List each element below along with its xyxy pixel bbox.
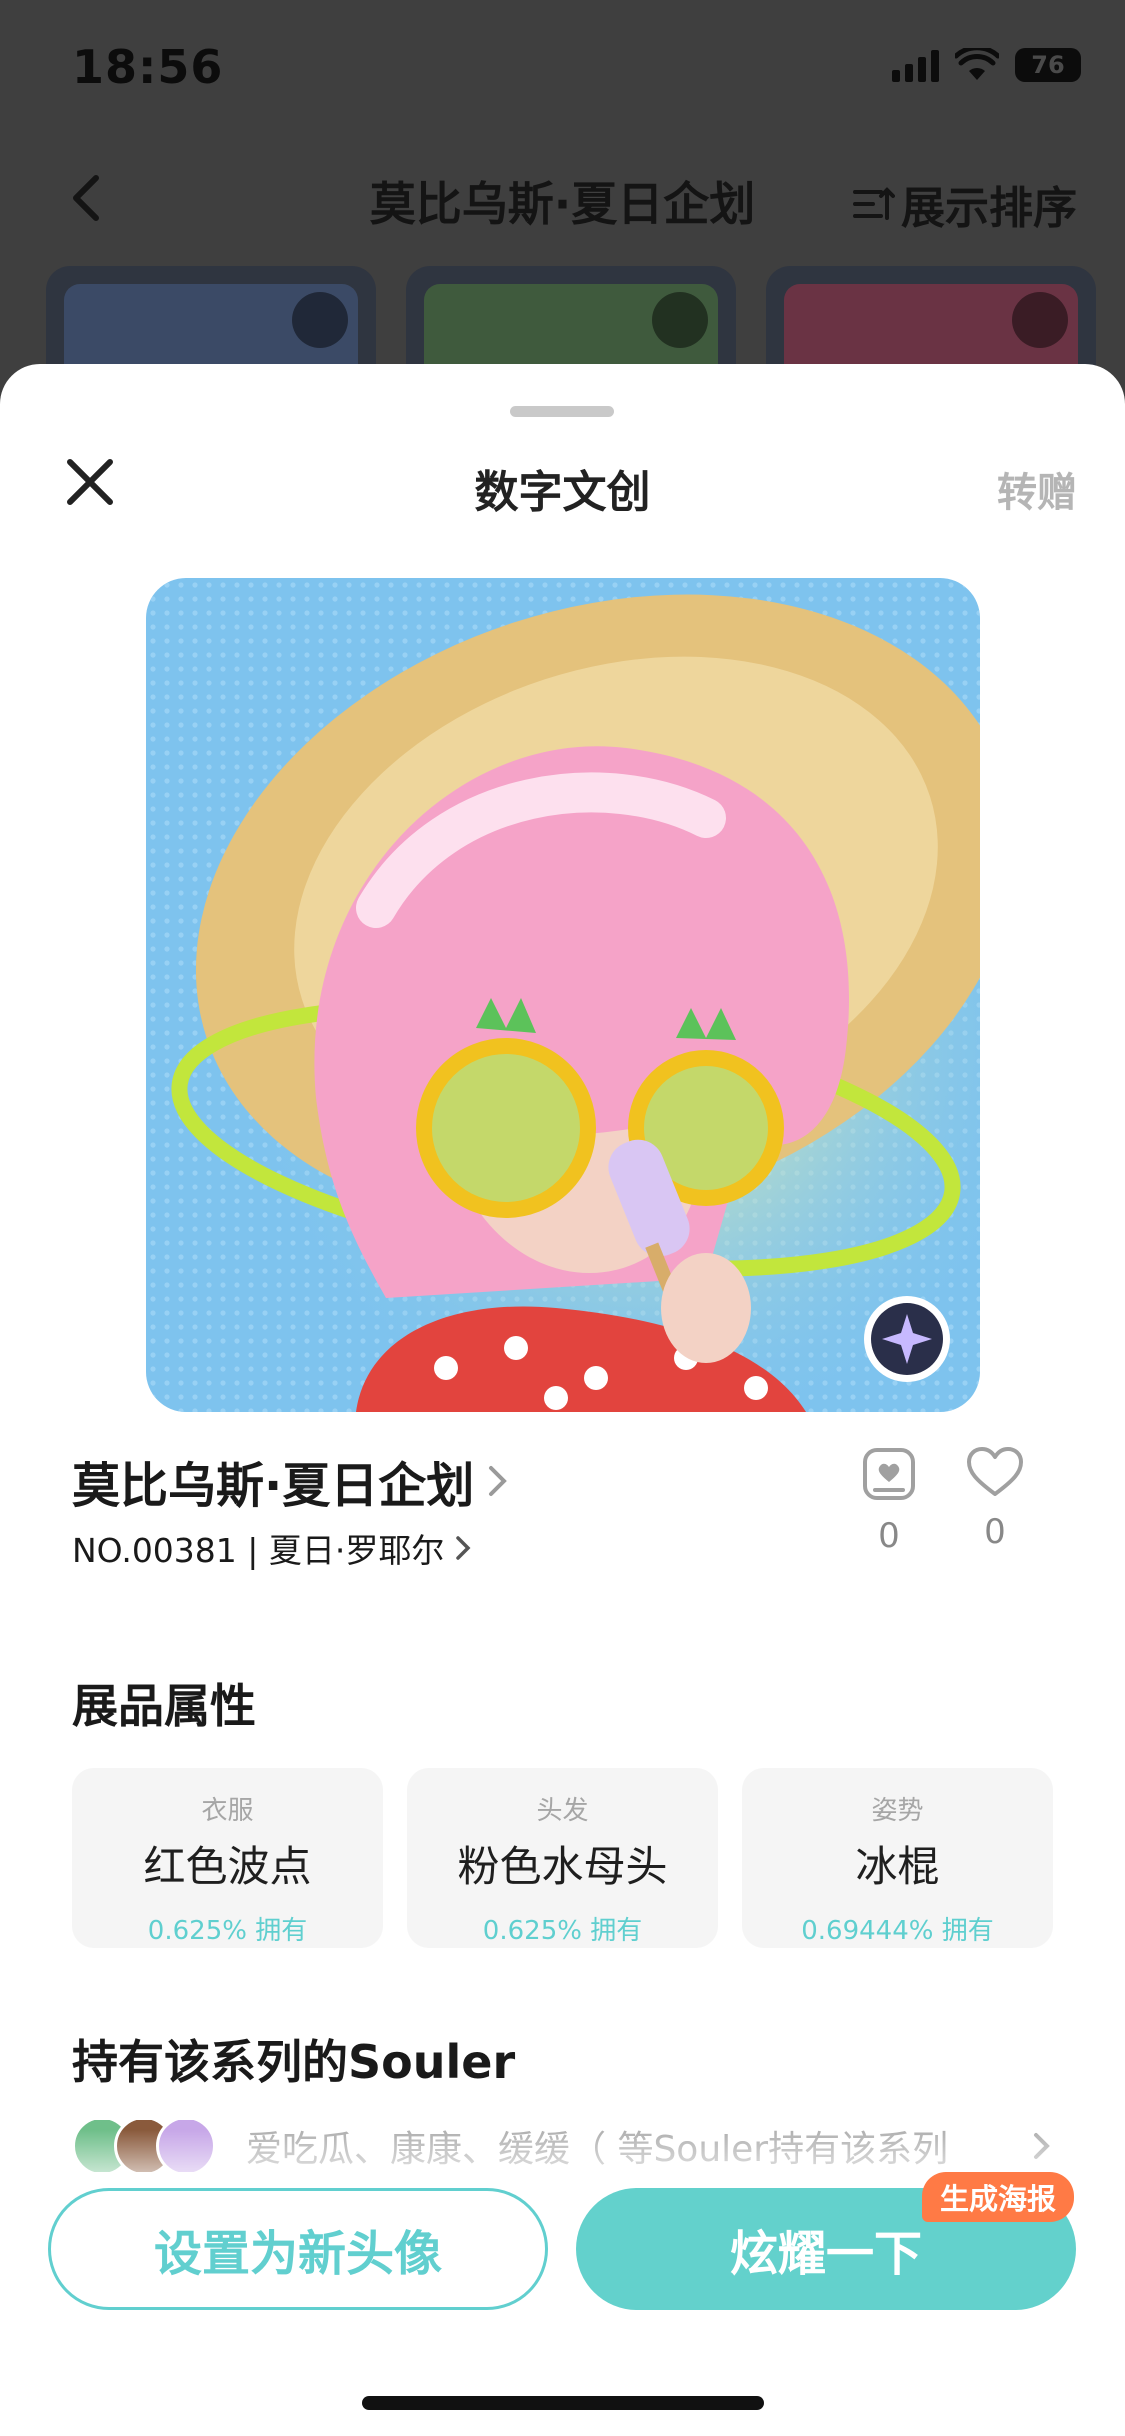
- home-indicator: [362, 2396, 764, 2410]
- owners-section-title: 持有该系列的Souler: [72, 2035, 516, 2089]
- attribute-list: 衣服 红色波点 0.625% 拥有 头发 粉色水母头 0.625% 拥有 姿势 …: [72, 1768, 1053, 1948]
- sheet-grabber[interactable]: [510, 406, 614, 417]
- sort-button: 展示排序: [851, 172, 1077, 236]
- collect-count: 0: [878, 1516, 900, 1556]
- background-page: 18:56 76 莫比乌斯·夏日企划 展示排序: [0, 0, 1125, 436]
- attributes-section-title: 展品属性: [72, 1679, 256, 1733]
- collection-title: 莫比乌斯·夏日企划: [72, 1458, 475, 1514]
- hidden-eye-icon: [1012, 292, 1068, 348]
- artwork-illustration: [146, 578, 980, 1412]
- collect-stat[interactable]: 0: [834, 1446, 944, 1556]
- sort-icon: [853, 187, 895, 220]
- item-number-link[interactable]: NO.00381 | 夏日·罗耶尔: [72, 1524, 472, 1572]
- heart-icon: [967, 1447, 1023, 1496]
- attribute-card[interactable]: 姿势 冰棍 0.69444% 拥有: [742, 1768, 1053, 1948]
- status-time: 18:56: [72, 40, 224, 94]
- attribute-value: 红色波点: [143, 1842, 312, 1891]
- hidden-eye-icon: [652, 292, 708, 348]
- attribute-category: 衣服: [201, 1796, 254, 1826]
- attribute-value: 冰棍: [855, 1842, 940, 1891]
- sheet-title: 数字文创: [474, 467, 651, 518]
- attribute-category: 头发: [536, 1796, 589, 1826]
- background-nav-bar: 莫比乌斯·夏日企划 展示排序: [0, 150, 1125, 250]
- item-number: NO.00381 | 夏日·罗耶尔: [72, 1531, 445, 1570]
- collection-title-link[interactable]: 莫比乌斯·夏日企划: [72, 1446, 510, 1516]
- sort-label: 展示排序: [901, 183, 1077, 234]
- sparkle-badge-icon[interactable]: [862, 1294, 952, 1384]
- status-bar: 18:56 76: [0, 0, 1125, 140]
- collect-icon: [863, 1448, 915, 1500]
- chevron-right-icon: [489, 1466, 508, 1496]
- cellular-signal-icon: [892, 48, 939, 82]
- gift-button[interactable]: 转赠: [997, 460, 1077, 518]
- attribute-card[interactable]: 衣服 红色波点 0.625% 拥有: [72, 1768, 383, 1948]
- generate-poster-badge[interactable]: 生成海报: [922, 2172, 1075, 2222]
- like-count: 0: [984, 1512, 1006, 1552]
- wifi-icon: [955, 48, 999, 80]
- nft-artwork[interactable]: [146, 578, 980, 1412]
- attribute-value: 粉色水母头: [457, 1842, 668, 1891]
- battery-icon: 76: [1015, 48, 1081, 82]
- attribute-rarity: 0.625% 拥有: [147, 1916, 308, 1946]
- attribute-rarity: 0.69444% 拥有: [801, 1916, 994, 1946]
- attribute-category: 姿势: [871, 1796, 924, 1826]
- like-stat[interactable]: 0: [940, 1446, 1050, 1552]
- attribute-card[interactable]: 头发 粉色水母头 0.625% 拥有: [407, 1768, 718, 1948]
- status-icons: 76: [892, 48, 1081, 82]
- hidden-eye-icon: [292, 292, 348, 348]
- attribute-rarity: 0.625% 拥有: [482, 1916, 643, 1946]
- detail-sheet: 数字文创 转赠 莫比乌斯·夏日企划 NO.00381 | 夏日·罗耶尔 0 0 …: [0, 364, 1125, 2436]
- set-avatar-button[interactable]: 设置为新头像: [48, 2188, 548, 2310]
- chevron-right-icon: [456, 1536, 471, 1560]
